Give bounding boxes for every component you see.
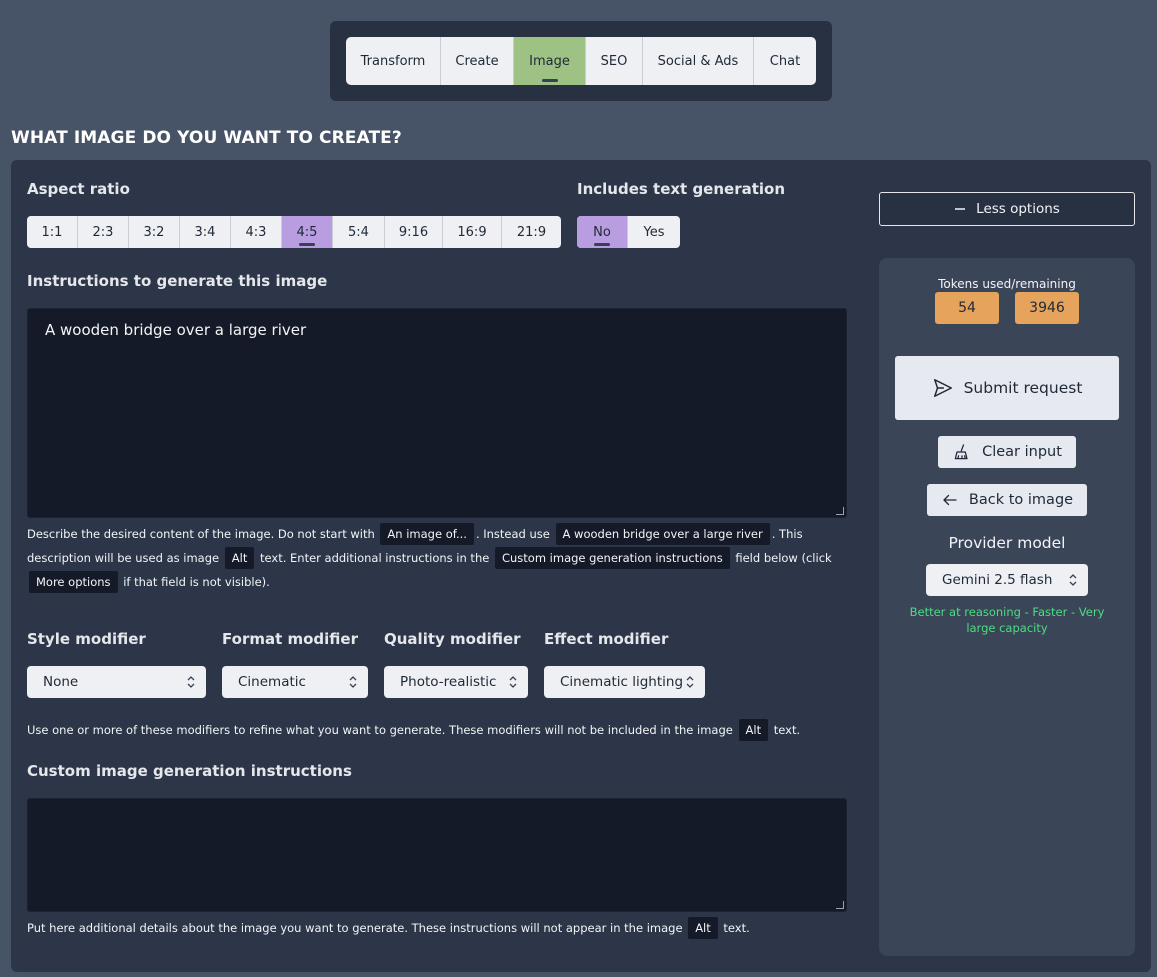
provider-model-value: Gemini 2.5 flash [942,572,1053,588]
aspect-option-3-4[interactable]: 3:4 [180,216,231,248]
help-text: if that field is not visible). [123,575,270,589]
help-chip: A wooden bridge over a large river [555,523,770,545]
instructions-textarea[interactable]: A wooden bridge over a large river [27,308,847,518]
aspect-option-4-3[interactable]: 4:3 [231,216,282,248]
send-icon [933,379,952,397]
effect-modifier-select[interactable]: Cinematic lighting [544,666,705,698]
minus-icon [955,208,966,210]
quality-modifier-label: Quality modifier [384,630,521,648]
provider-model-select[interactable]: Gemini 2.5 flash [926,564,1088,596]
instructions-help: Describe the desired content of the imag… [27,522,857,594]
page-title: WHAT IMAGE DO YOU WANT TO CREATE? [11,128,402,148]
help-text: field below (click [735,551,832,565]
chevron-up-down-icon [686,676,694,688]
resize-handle-icon[interactable] [836,901,844,909]
quality-modifier-select[interactable]: Photo-realistic [384,666,528,698]
text-generation-selector: No Yes [577,216,680,248]
chevron-up-down-icon [509,676,517,688]
help-text: text. [773,723,801,737]
top-nav-container: Transform Create Image SEO Social & Ads … [330,21,832,101]
tab-transform[interactable]: Transform [346,37,441,85]
side-panel: Tokens used/remaining 54 3946 Submit req… [879,258,1135,956]
help-chip: An image of... [380,523,474,545]
chevron-up-down-icon [187,676,195,688]
less-options-button[interactable]: Less options [879,192,1135,226]
effect-modifier-value: Cinematic lighting [560,674,684,690]
quality-modifier-value: Photo-realistic [400,674,497,690]
help-chip: Alt [688,917,718,939]
tab-chat[interactable]: Chat [754,37,816,85]
help-text: Put here additional details about the im… [27,921,683,935]
instructions-label: Instructions to generate this image [27,272,328,290]
aspect-option-1-1[interactable]: 1:1 [27,216,78,248]
aspect-option-5-4[interactable]: 5:4 [333,216,385,248]
arrow-left-icon [943,494,957,506]
effect-modifier-label: Effect modifier [544,630,669,648]
format-modifier-value: Cinematic [238,674,306,690]
help-chip: Alt [738,719,769,741]
help-chip: Alt [224,547,255,569]
format-modifier-select[interactable]: Cinematic [222,666,368,698]
aspect-option-3-2[interactable]: 3:2 [129,216,180,248]
custom-instructions-label: Custom image generation instructions [27,762,352,780]
top-nav: Transform Create Image SEO Social & Ads … [346,37,816,85]
aspect-ratio-label: Aspect ratio [27,180,130,198]
help-chip: More options [29,571,118,593]
aspect-option-4-5[interactable]: 4:5 [282,216,333,248]
tab-seo[interactable]: SEO [586,37,643,85]
help-chip: Custom image generation instructions [494,547,730,569]
chevron-up-down-icon [349,676,357,688]
help-text: text. Enter additional instructions in t… [260,551,490,565]
broom-icon [954,444,968,460]
back-to-image-label: Back to image [968,492,1074,508]
aspect-ratio-selector: 1:1 2:3 3:2 3:4 4:3 4:5 5:4 9:16 16:9 21… [27,216,561,248]
less-options-label: Less options [976,201,1060,217]
custom-instructions-textarea[interactable] [27,798,847,912]
aspect-option-9-16[interactable]: 9:16 [385,216,443,248]
clear-input-button[interactable]: Clear input [938,436,1076,468]
back-to-image-button[interactable]: Back to image [927,484,1087,516]
instructions-value: A wooden bridge over a large river [45,321,307,339]
submit-request-button[interactable]: Submit request [895,356,1119,420]
tab-social-ads[interactable]: Social & Ads [643,37,754,85]
tab-image[interactable]: Image [514,37,586,85]
text-generation-no[interactable]: No [577,216,628,248]
submit-request-label: Submit request [963,379,1083,397]
help-text: . Instead use [475,527,550,541]
help-text: text. [723,921,750,935]
tab-create[interactable]: Create [441,37,514,85]
tokens-label: Tokens used/remaining [938,277,1076,291]
text-generation-label: Includes text generation [577,180,786,198]
provider-model-label: Provider model [948,534,1066,552]
format-modifier-label: Format modifier [222,630,358,648]
aspect-option-16-9[interactable]: 16:9 [443,216,502,248]
help-text: Describe the desired content of the imag… [27,527,375,541]
custom-help: Put here additional details about the im… [27,916,857,940]
help-text: Use one or more of these modifiers to re… [27,723,733,737]
tokens-remaining-badge: 3946 [1015,292,1079,324]
text-generation-yes[interactable]: Yes [628,216,680,248]
modifiers-help: Use one or more of these modifiers to re… [27,718,857,742]
chevron-up-down-icon [1069,574,1077,586]
resize-handle-icon[interactable] [836,507,844,515]
style-modifier-label: Style modifier [27,630,146,648]
aspect-option-2-3[interactable]: 2:3 [78,216,129,248]
aspect-option-21-9[interactable]: 21:9 [502,216,561,248]
provider-note: Better at reasoning - Faster - Very larg… [909,605,1105,635]
style-modifier-value: None [43,674,79,690]
clear-input-label: Clear input [982,444,1062,460]
tokens-used-badge: 54 [935,292,999,324]
style-modifier-select[interactable]: None [27,666,206,698]
